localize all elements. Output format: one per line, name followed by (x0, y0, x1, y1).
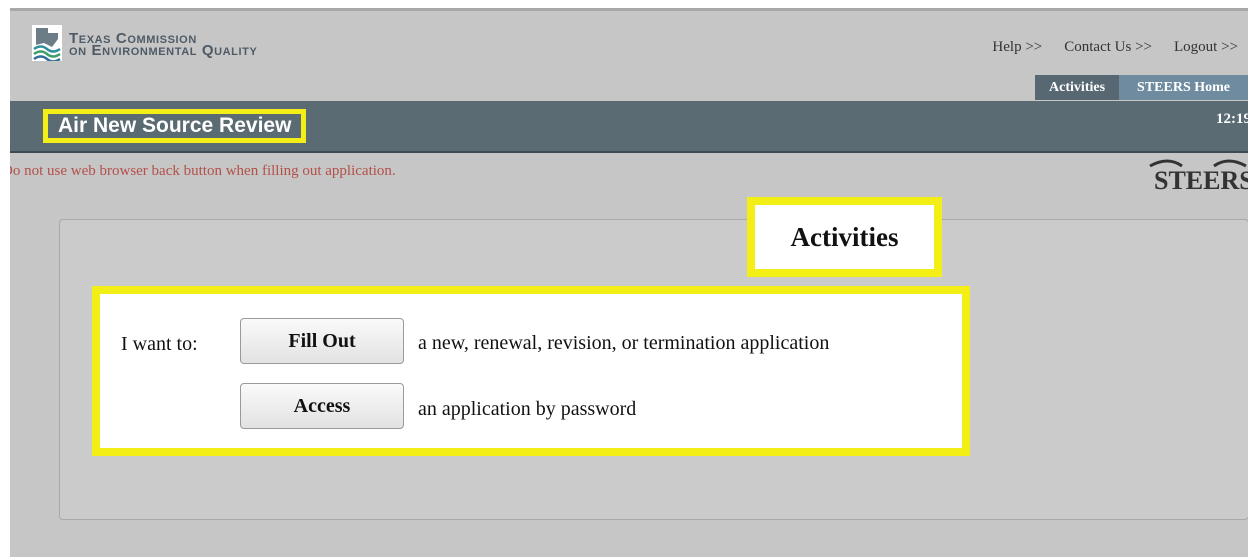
fill-out-button[interactable]: Fill Out (240, 318, 404, 364)
agency-name: Texas Commission on Environmental Qualit… (69, 31, 258, 59)
access-description: an application by password (418, 398, 637, 420)
activity-options: I want to: Fill Out a new, renewal, revi… (92, 286, 970, 456)
title-bar: Air New Source Review 12:19 (10, 101, 1248, 153)
tab-steers-home[interactable]: STEERS Home (1119, 75, 1248, 100)
top-links: Help >> Contact Us >> Logout >> (992, 39, 1238, 59)
top-tabs: Activities STEERS Home (1035, 75, 1248, 100)
session-clock: 12:19 (1216, 111, 1248, 127)
tab-activities[interactable]: Activities (1035, 75, 1120, 100)
top-band (10, 8, 1248, 11)
access-button[interactable]: Access (240, 383, 404, 429)
fill-out-description: a new, renewal, revision, or termination… (418, 332, 830, 354)
intro-label: I want to: (121, 333, 198, 355)
logout-link[interactable]: Logout >> (1174, 39, 1238, 59)
back-button-warning: Do not use web browser back button when … (10, 163, 396, 179)
agency-name-line-2: on Environmental Quality (69, 42, 258, 59)
tceq-logo-icon (32, 25, 62, 61)
help-link[interactable]: Help >> (992, 39, 1042, 59)
steers-logo-text: STEERS (1154, 166, 1248, 194)
page: Texas Commission on Environmental Qualit… (10, 8, 1248, 557)
app-title: Air New Source Review (43, 109, 307, 143)
steers-logo: STEERS (1149, 159, 1248, 194)
contact-us-link[interactable]: Contact Us >> (1064, 39, 1152, 59)
activities-heading: Activities (747, 197, 942, 277)
